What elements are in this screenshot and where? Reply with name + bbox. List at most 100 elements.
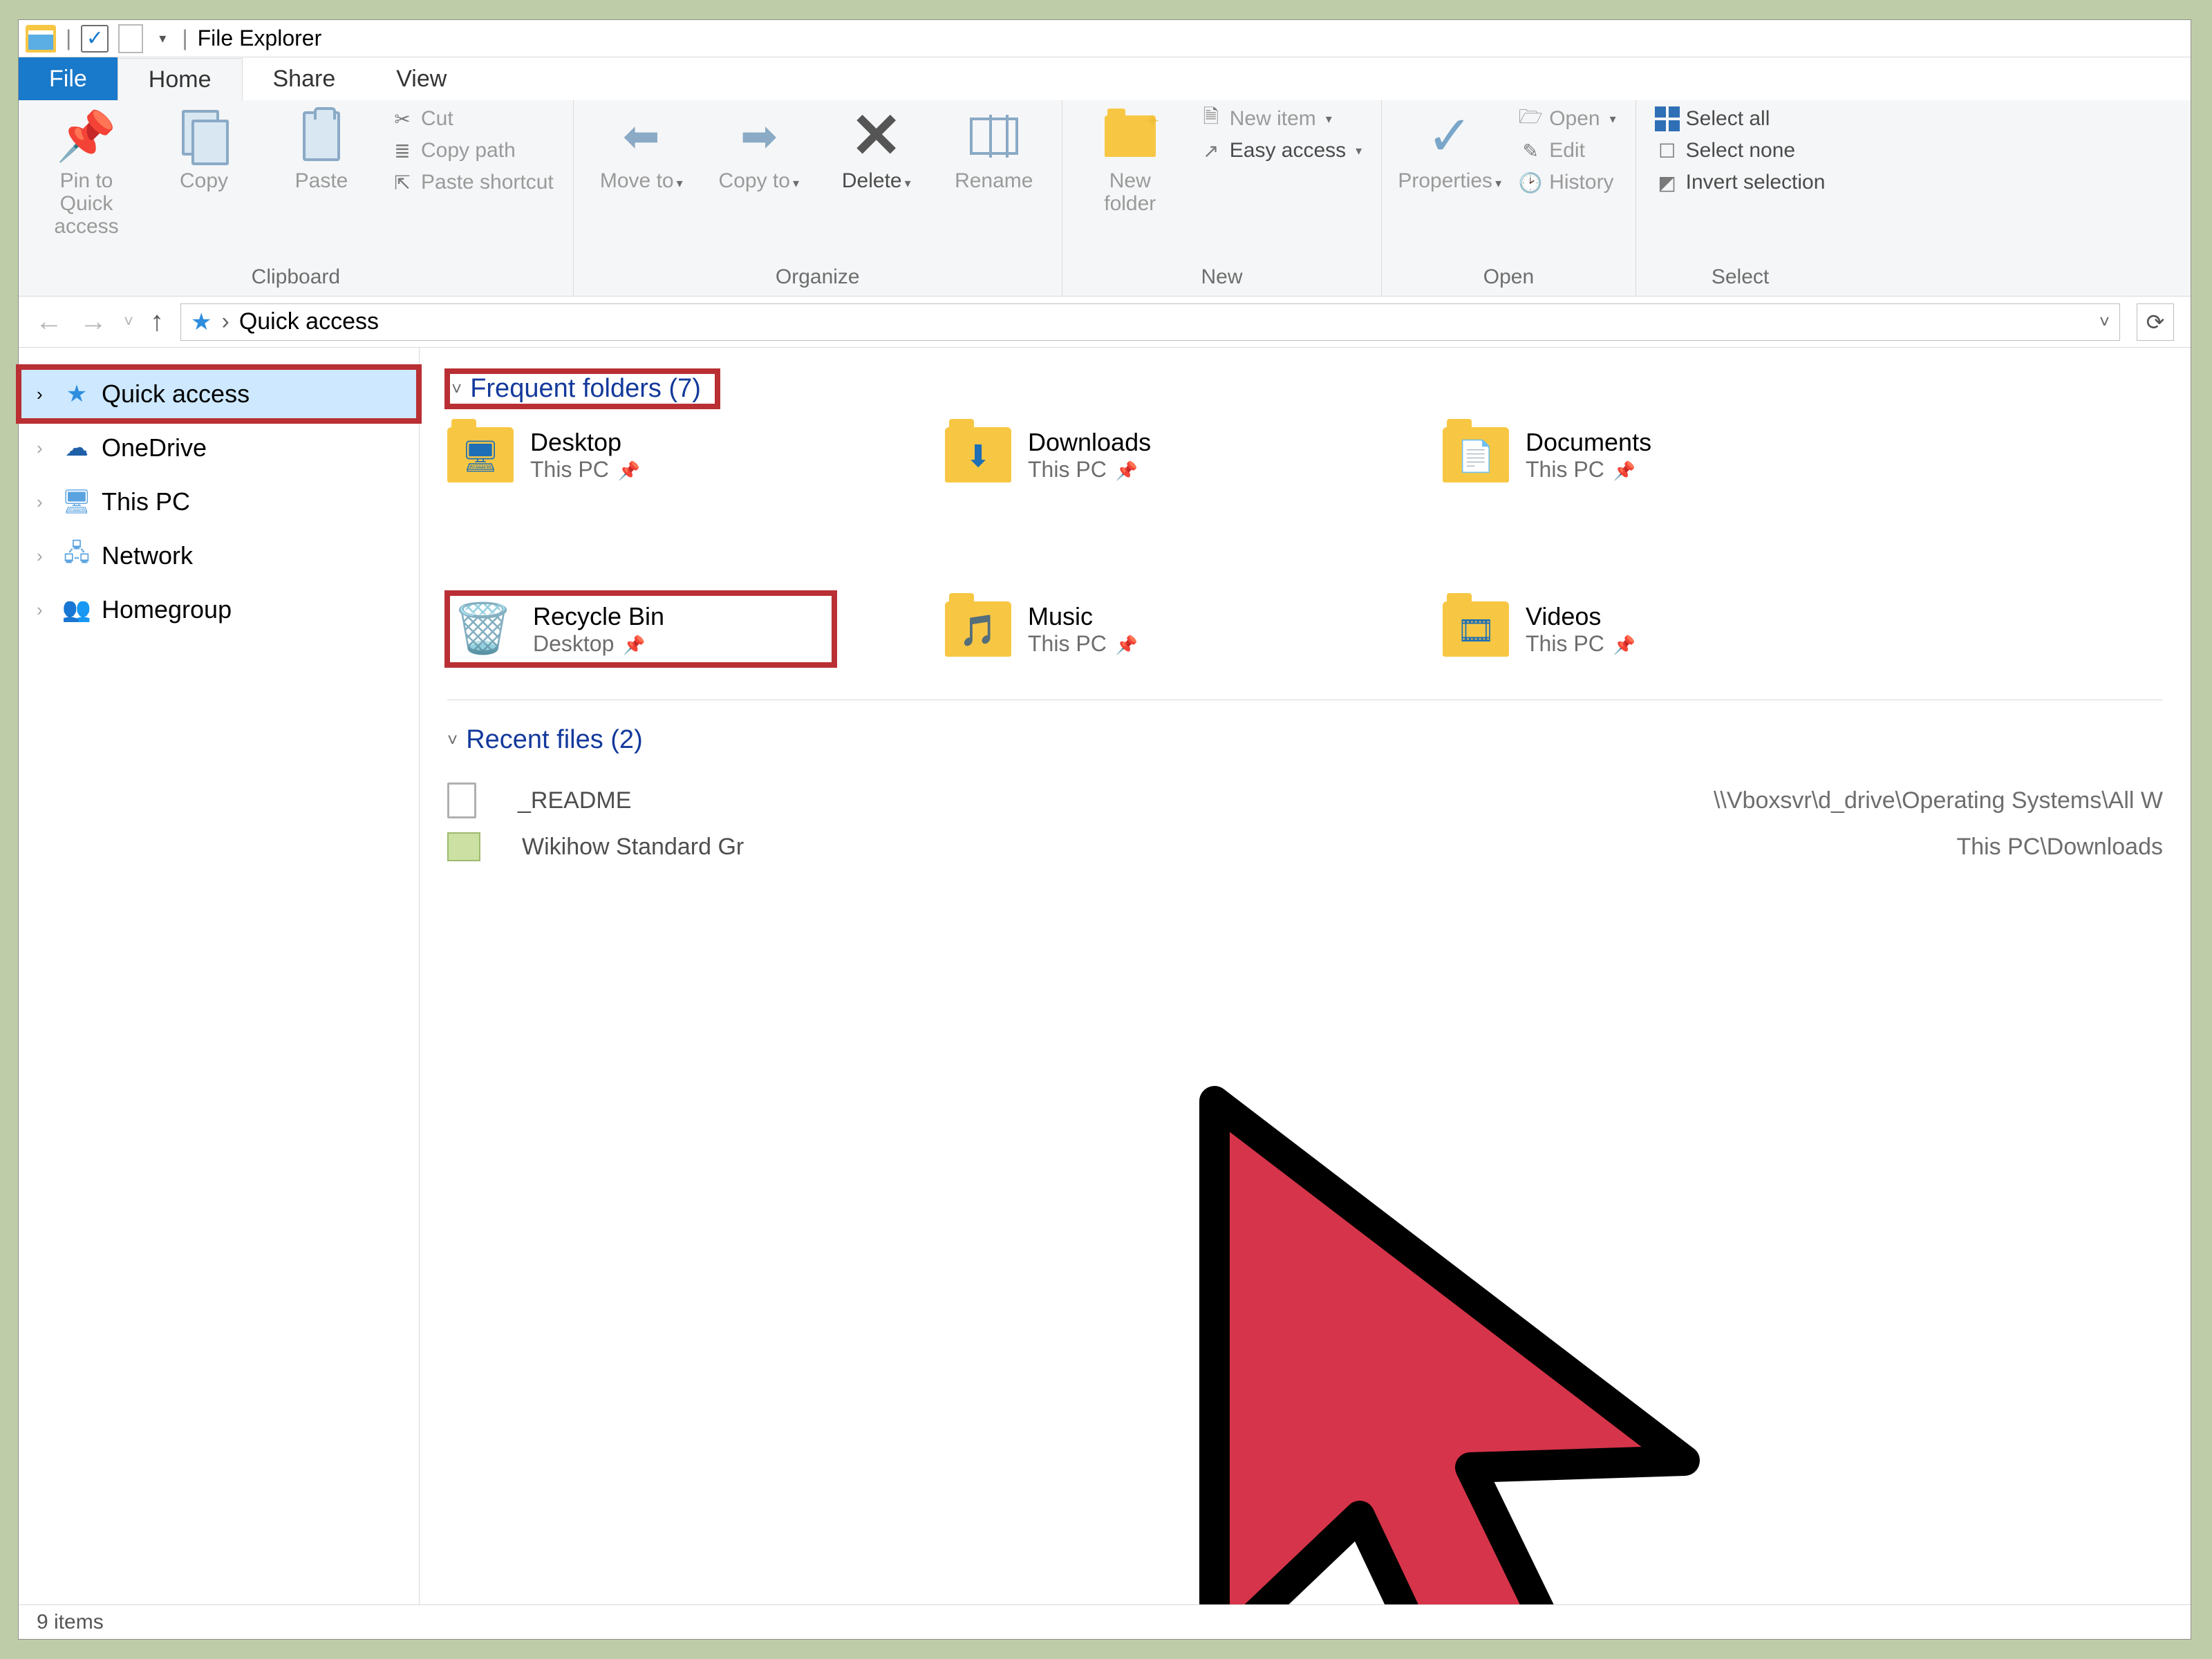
paste-shortcut-button[interactable]: ⇱Paste shortcut [391,171,554,194]
group-open: ✓ Properties▾ 🗁Open▾ ✎Edit 🕑History Open [1382,100,1635,296]
tab-file[interactable]: File [19,57,118,100]
breadcrumb[interactable]: Quick access [239,308,379,335]
folder-icon: 📄 [1443,427,1509,482]
folder-item-videos[interactable]: 🎞VideosThis PC 📌 [1443,593,1830,665]
select-all-button[interactable]: Select all [1656,107,1826,131]
chevron-down-icon: ▾ [1495,176,1501,190]
back-button[interactable]: ← [35,306,63,337]
delete-button[interactable]: ✕ Delete▾ [828,107,925,192]
chevron-down-icon: ▾ [793,176,799,190]
address-dropdown-icon[interactable]: ˅ [2099,311,2110,332]
folder-icon: 🖥 [447,427,514,482]
pin-icon: 📌 [618,460,640,481]
tab-share[interactable]: Share [243,57,366,100]
group-label: Organize [593,265,1042,293]
up-button[interactable]: ↑ [150,306,164,337]
pin-to-quick-access-button[interactable]: 📌 Pin to Quick access [38,107,135,238]
sidebar-item-homegroup[interactable]: › 👥 Homegroup [19,583,419,637]
group-label: New [1082,265,1362,293]
edit-button[interactable]: ✎Edit [1519,139,1615,162]
section-frequent-folders[interactable]: ˅ Frequent folders (7) [447,371,718,406]
copy-to-button[interactable]: ➡ Copy to▾ [711,107,807,192]
chevron-right-icon[interactable]: › [37,384,52,405]
tab-home[interactable]: Home [118,58,243,101]
edit-icon: ✎ [1519,139,1542,162]
folder-location: This PC 📌 [530,457,640,482]
easy-access-icon: ↗ [1199,139,1223,162]
copy-path-button[interactable]: ≣Copy path [391,139,554,162]
qa-dropdown-icon[interactable]: ▾ [153,25,172,53]
copy-button[interactable]: Copy [156,107,252,192]
frequent-folders-list: 🖥DesktopThis PC 📌 ⬇DownloadsThis PC 📌 📄Doc… [447,427,2163,700]
invert-selection-button[interactable]: ◩Invert selection [1656,171,1826,194]
chevron-right-icon[interactable]: › [37,491,52,513]
pin-icon: 📌 [1116,460,1138,481]
folder-icon: ⬇ [945,427,1011,482]
navigation-bar: ← → ˅ ↑ ★ › Quick access ˅ ⟳ [19,297,2191,348]
folder-location: Desktop 📌 [533,631,664,657]
forward-button[interactable]: → [79,306,107,337]
group-select: Select all ☐Select none ◩Invert selectio… [1636,100,1845,296]
copy-icon [175,107,233,165]
folder-item-desktop[interactable]: 🖥DesktopThis PC 📌 [447,427,834,482]
rename-icon [965,107,1023,165]
chevron-right-icon[interactable]: › [37,599,52,621]
move-to-button[interactable]: ⬅ Move to▾ [593,107,690,192]
sidebar-item-this-pc[interactable]: › 🖥 This PC [19,475,419,529]
recent-file-item[interactable]: _README \\Vboxsvr\d_drive\Operating Syste… [447,776,2163,825]
section-recent-files-wrap: ˅ Recent files (2) _README \\Vboxsvr\d_dr… [447,725,2163,868]
select-none-button[interactable]: ☐Select none [1656,139,1826,162]
history-button[interactable]: 🕑History [1519,171,1615,194]
tab-view[interactable]: View [366,57,477,100]
shortcut-icon: ⇱ [391,171,414,194]
folder-location: This PC 📌 [1526,631,1635,657]
chevron-down-icon: ▾ [677,176,683,190]
section-recent-files[interactable]: ˅ Recent files (2) [447,725,2163,755]
file-name: _README [518,787,631,814]
chevron-right-icon[interactable]: › [37,438,52,459]
recent-locations-button[interactable]: ˅ [124,312,133,332]
new-folder-icon [1101,107,1159,165]
recent-file-item[interactable]: Wikihow Standard GrThis PC\Downloads [447,825,2163,868]
folder-location: This PC 📌 [1526,457,1651,482]
file-name: Wikihow Standard Gr [522,834,744,861]
image-file-icon [447,832,480,861]
folder-name: Recycle Bin [533,602,664,631]
rename-button[interactable]: Rename [946,107,1042,192]
content-pane: ˅ Frequent folders (7) 🖥DesktopThis PC 📌… [420,348,2191,1604]
folder-location: This PC 📌 [1028,457,1151,482]
qa-checkbox-icon[interactable]: ✓ [81,25,109,53]
refresh-button[interactable]: ⟳ [2137,303,2174,341]
folder-item-music[interactable]: 🎵MusicThis PC 📌 [945,593,1332,665]
folder-item-recycle-bin[interactable]: 🗑️Recycle BinDesktop 📌 [447,593,834,665]
onedrive-icon: ☁ [63,434,91,462]
chevron-right-icon[interactable]: › [37,545,52,567]
easy-access-button[interactable]: ↗Easy access▾ [1199,139,1362,162]
folder-item-downloads[interactable]: ⬇DownloadsThis PC 📌 [945,427,1332,482]
group-label: Select [1656,265,1826,293]
new-item-button[interactable]: 🗎New item▾ [1199,107,1362,131]
sidebar-item-quick-access[interactable]: › ★ Quick access [19,367,419,421]
text-file-icon [447,782,476,818]
new-folder-button[interactable]: New folder [1082,107,1179,215]
address-bar[interactable]: ★ › Quick access ˅ [180,303,2120,341]
properties-button[interactable]: ✓ Properties▾ [1401,107,1498,192]
divider: | [182,26,187,51]
qa-page-icon[interactable] [118,24,143,53]
file-path: \\Vboxsvr\d_drive\Operating Systems\All … [1714,787,2163,814]
pin-icon: 📌 [1613,460,1635,481]
sidebar-item-onedrive[interactable]: › ☁ OneDrive [19,421,419,475]
cut-button[interactable]: ✂Cut [391,107,554,131]
ribbon: 📌 Pin to Quick access Copy Paste ✂Cut ≣C… [19,100,2191,297]
open-button[interactable]: 🗁Open▾ [1519,107,1615,131]
homegroup-icon: 👥 [63,596,91,624]
sidebar-item-network[interactable]: › 🖧 Network [19,529,419,583]
folder-name: Videos [1526,602,1635,631]
chevron-down-icon: ▾ [1610,112,1616,126]
chevron-down-icon: ˅ [447,729,458,751]
invert-selection-icon: ◩ [1656,171,1679,194]
folder-name: Music [1028,602,1138,631]
paste-button[interactable]: Paste [273,107,370,192]
folder-item-documents[interactable]: 📄DocumentsThis PC 📌 [1443,427,1830,482]
group-new: New folder 🗎New item▾ ↗Easy access▾ New [1062,100,1382,296]
